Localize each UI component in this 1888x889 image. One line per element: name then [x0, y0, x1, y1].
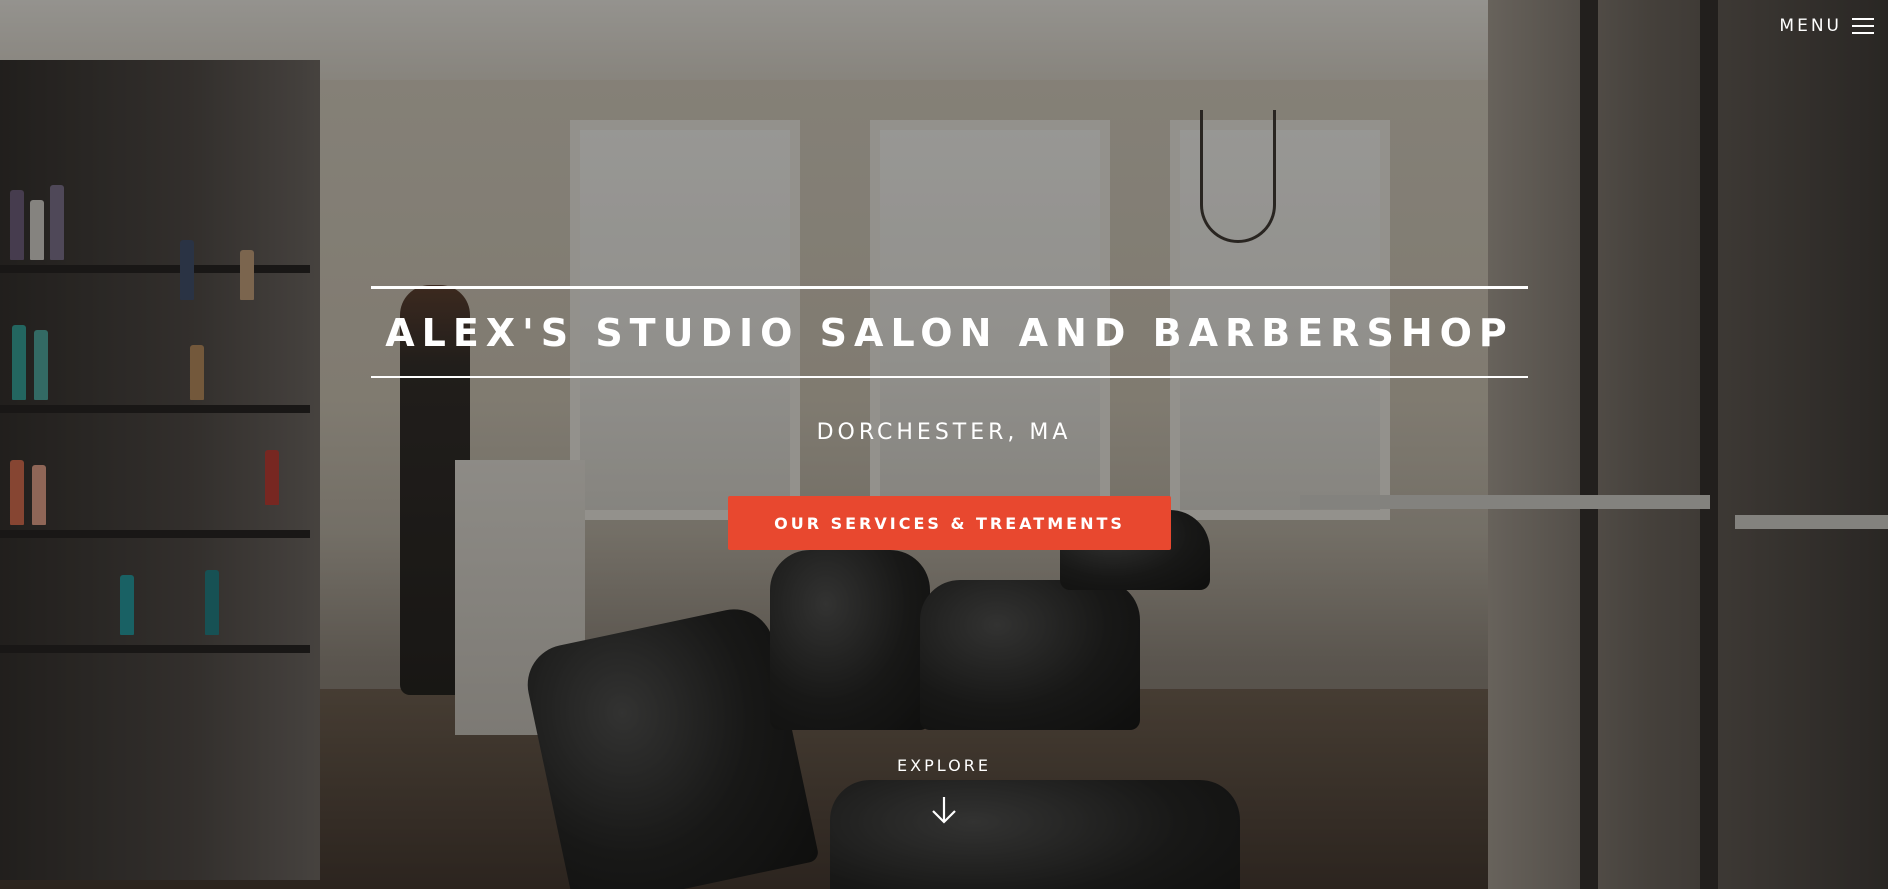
location-subtitle: DORCHESTER, MA [816, 420, 1072, 445]
services-treatments-button[interactable]: OUR SERVICES & TREATMENTS [728, 496, 1171, 550]
title-frame: ALEX'S STUDIO SALON AND BARBERSHOP [371, 286, 1528, 378]
hero-section: MENU ALEX'S STUDIO SALON AND BARBERSHOP … [0, 0, 1888, 889]
explore-label: EXPLORE [897, 756, 991, 775]
page-title: ALEX'S STUDIO SALON AND BARBERSHOP [385, 310, 1514, 355]
menu-label: MENU [1779, 16, 1842, 36]
explore-link[interactable]: EXPLORE [0, 756, 1888, 825]
menu-toggle[interactable]: MENU [1779, 16, 1874, 36]
arrow-down-icon[interactable] [929, 795, 959, 825]
hamburger-icon[interactable] [1852, 18, 1874, 34]
